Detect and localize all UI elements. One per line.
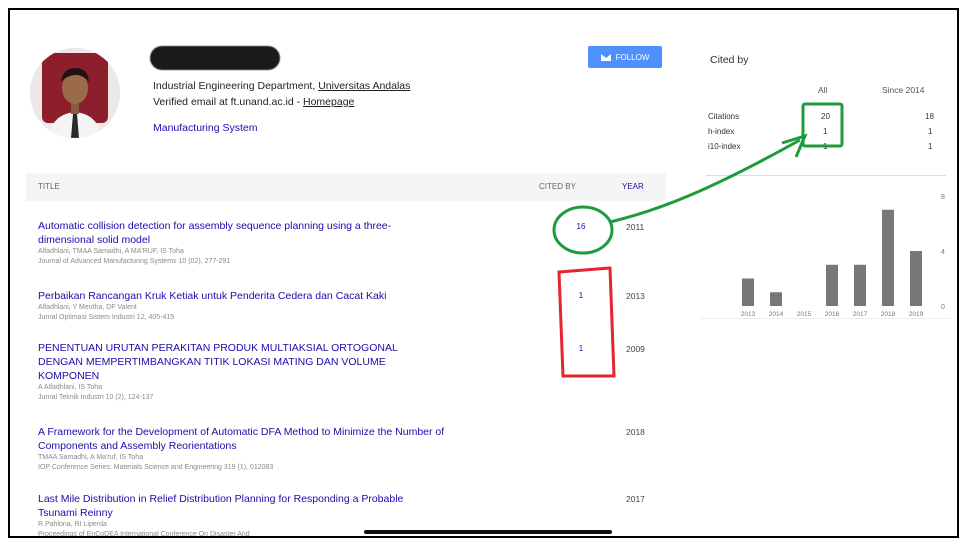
scrollbar[interactable]: [364, 530, 612, 534]
green-arrow-annotation: [609, 138, 801, 224]
red-box-annotation: [557, 266, 616, 378]
browser-frame: Industrial Engineering Department, Unive…: [8, 8, 959, 538]
green-circle-annotation: [552, 205, 614, 255]
green-box-annotation: [801, 102, 844, 148]
annotation-overlay: [552, 102, 844, 378]
